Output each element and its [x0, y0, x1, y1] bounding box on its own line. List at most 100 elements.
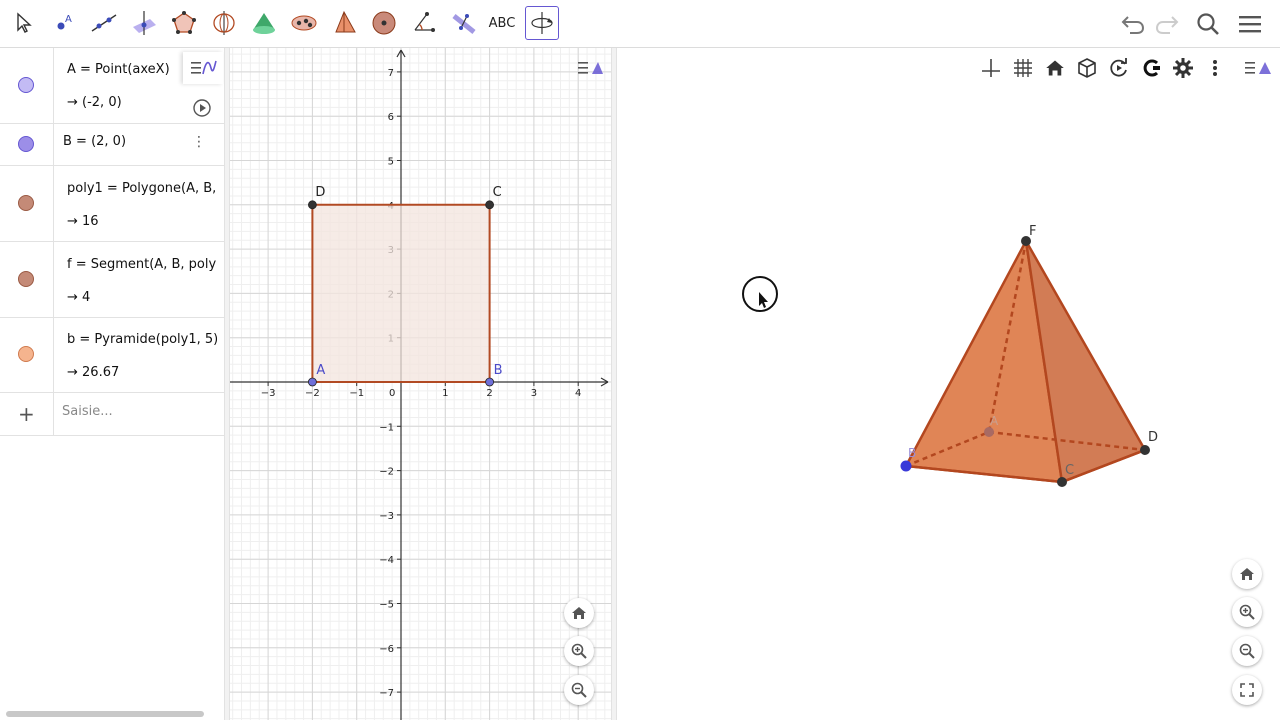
fullscreen-icon[interactable]: [1232, 675, 1262, 705]
pyramid-b[interactable]: F A B C D: [900, 224, 1159, 487]
y-tick-label: −7: [379, 688, 394, 699]
rotate-view-icon[interactable]: [1105, 54, 1133, 82]
visibility-toggle-f[interactable]: [18, 271, 34, 287]
undo-icon[interactable]: [1118, 8, 1148, 40]
label-d: D: [1148, 430, 1158, 445]
point-c[interactable]: [485, 200, 495, 210]
graphics-3d-view[interactable]: F A B C D: [617, 86, 1280, 720]
polygon-tool-icon[interactable]: [167, 6, 201, 40]
definition-poly1[interactable]: poly1 = Polygone(A, B,: [67, 181, 217, 196]
move-tool-icon[interactable]: [7, 6, 41, 40]
horizontal-scrollbar[interactable]: [6, 711, 204, 717]
x-tick-label: −3: [261, 388, 276, 399]
cursor-indicator: [742, 276, 778, 312]
value-a: → (-2, 0): [67, 95, 122, 110]
svg-text:A: A: [65, 14, 72, 25]
graphics-2d-view[interactable]: −3−2−1012347654321−1−2−3−4−5−6−7 ABCD: [230, 48, 611, 720]
sphere-tool-icon[interactable]: [367, 6, 401, 40]
label-a: A: [990, 414, 999, 428]
home-3d-icon[interactable]: [1232, 559, 1262, 589]
axes-toggle-icon[interactable]: [977, 54, 1005, 82]
algebra-item-a[interactable]: A = Point(axeX) → (-2, 0): [0, 48, 224, 124]
clipping-icon[interactable]: [1137, 54, 1165, 82]
search-icon[interactable]: [1193, 8, 1223, 40]
visibility-toggle-b[interactable]: [18, 136, 34, 152]
more-icon[interactable]: [1201, 54, 1229, 82]
visibility-column: [0, 48, 54, 123]
point-label-d: D: [315, 185, 325, 200]
value-b-pyramid: → 26.67: [67, 365, 120, 380]
gear-icon[interactable]: [1169, 54, 1197, 82]
definition-a[interactable]: A = Point(axeX): [67, 62, 179, 77]
x-tick-label: 4: [575, 388, 581, 399]
graphics-3d-style-bar: [972, 50, 1280, 86]
vertex-c: [1057, 477, 1067, 487]
visibility-toggle-b-pyramid[interactable]: [18, 346, 34, 362]
definition-b[interactable]: B = (2, 0): [63, 134, 213, 149]
x-tick-label: 3: [531, 388, 537, 399]
x-tick-label: 1: [442, 388, 448, 399]
x-tick-label: 0: [389, 388, 395, 399]
visibility-column: [0, 165, 54, 241]
plus-icon[interactable]: +: [18, 402, 35, 426]
value-poly1: → 16: [67, 214, 99, 229]
intersect-tool-icon[interactable]: [287, 6, 321, 40]
label-f: F: [1029, 224, 1036, 239]
menu-icon[interactable]: [1235, 8, 1265, 40]
redo-icon[interactable]: [1152, 8, 1182, 40]
x-tick-label: −2: [305, 388, 320, 399]
home-icon[interactable]: [564, 598, 594, 628]
zoom-out-3d-icon[interactable]: [1232, 636, 1262, 666]
point-tool-icon[interactable]: A: [47, 6, 81, 40]
perpendicular-tool-icon[interactable]: [127, 6, 161, 40]
y-tick-label: 5: [388, 157, 394, 168]
y-tick-label: 7: [388, 68, 394, 79]
visibility-toggle-poly1[interactable]: [18, 195, 34, 211]
algebra-item-f[interactable]: f = Segment(A, B, poly1 → 4: [0, 241, 224, 318]
angle-tool-icon[interactable]: [407, 6, 441, 40]
algebra-input-row[interactable]: + Saisie...: [0, 392, 224, 436]
algebra-item-poly1[interactable]: poly1 = Polygone(A, B, → 16: [0, 165, 224, 242]
algebra-item-b[interactable]: B = (2, 0) ⋮: [0, 123, 224, 166]
visibility-column: [0, 241, 54, 317]
cone-tool-icon[interactable]: [247, 6, 281, 40]
algebra-settings-icon[interactable]: [183, 52, 223, 84]
y-tick-label: −4: [379, 555, 394, 566]
home-view-icon[interactable]: [1041, 54, 1069, 82]
point-b[interactable]: [485, 377, 495, 387]
x-tick-label: 2: [486, 388, 492, 399]
point-label-c: C: [493, 185, 502, 200]
reflect-tool-icon[interactable]: [447, 6, 481, 40]
algebra-item-b-pyramid[interactable]: b = Pyramide(poly1, 5) → 26.67: [0, 317, 224, 393]
circle-axis-tool-icon[interactable]: [207, 6, 241, 40]
pyramid-tool-icon[interactable]: [327, 6, 361, 40]
visibility-column: [0, 317, 54, 392]
zoom-in-icon[interactable]: [564, 636, 594, 666]
more-options-icon[interactable]: ⋮: [192, 134, 206, 150]
point-label-b: B: [494, 363, 503, 378]
graphics-3d-settings-icon[interactable]: [1240, 54, 1276, 82]
polygon-shape[interactable]: [311, 203, 491, 383]
input-add-column: +: [0, 392, 54, 435]
graphics-settings-icon[interactable]: [575, 55, 605, 81]
visibility-toggle-a[interactable]: [18, 77, 34, 93]
point-a[interactable]: [308, 377, 317, 387]
visibility-column: [0, 123, 54, 165]
play-animation-icon[interactable]: [192, 98, 212, 122]
polygon-poly1[interactable]: [311, 203, 491, 383]
value-f: → 4: [67, 290, 91, 305]
rotate-view-tool-icon[interactable]: [525, 6, 559, 40]
algebra-input[interactable]: Saisie...: [62, 404, 113, 419]
definition-b-pyramid[interactable]: b = Pyramide(poly1, 5): [67, 332, 217, 347]
view-direction-icon[interactable]: [1073, 54, 1101, 82]
point-d[interactable]: [308, 200, 317, 210]
zoom-out-icon[interactable]: [564, 675, 594, 705]
text-tool-icon[interactable]: ABC: [485, 6, 519, 40]
y-tick-label: 6: [388, 112, 394, 123]
definition-f[interactable]: f = Segment(A, B, poly1: [67, 257, 217, 272]
line-tool-icon[interactable]: [87, 6, 121, 40]
y-tick-label: −2: [379, 467, 394, 478]
algebra-view: A = Point(axeX) → (-2, 0) B = (2, 0) ⋮ p…: [0, 48, 224, 720]
zoom-in-3d-icon[interactable]: [1232, 597, 1262, 627]
grid-toggle-icon[interactable]: [1009, 54, 1037, 82]
